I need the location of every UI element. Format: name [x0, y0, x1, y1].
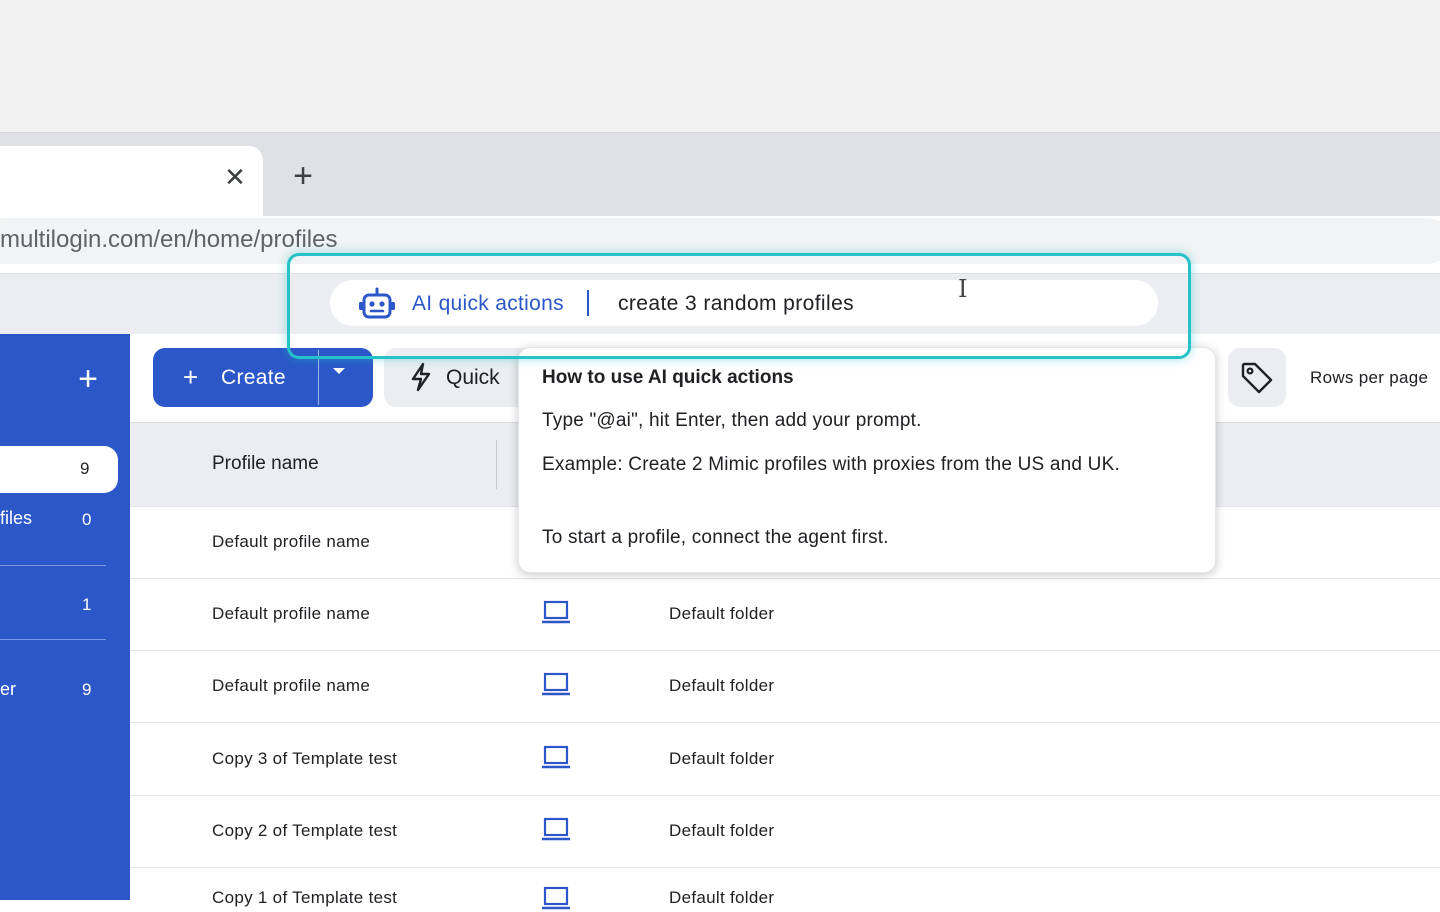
ai-quick-actions-label: AI quick actions — [412, 292, 564, 315]
sidebar-divider — [0, 565, 106, 566]
row-divider — [130, 722, 1440, 723]
column-header-profile-name[interactable]: Profile name — [212, 451, 319, 477]
url-text[interactable]: multilogin.com/en/home/profiles — [0, 224, 338, 256]
robot-icon — [359, 287, 395, 319]
chevron-down-icon[interactable] — [333, 368, 345, 374]
table-row-folder: Default folder — [669, 888, 775, 907]
new-tab-button[interactable]: + — [286, 158, 320, 196]
laptop-icon — [542, 672, 570, 696]
sidebar-item-count: 1 — [82, 595, 92, 614]
sidebar-item-label[interactable]: files — [0, 508, 32, 529]
row-divider — [130, 867, 1440, 868]
sidebar — [0, 334, 130, 900]
table-row-name[interactable]: Default profile name — [212, 604, 370, 624]
ai-prompt-input[interactable] — [608, 289, 958, 319]
laptop-icon — [542, 600, 570, 624]
add-folder-button[interactable]: + — [72, 362, 104, 398]
lightning-icon — [411, 362, 431, 392]
text-cursor-icon: I — [958, 275, 968, 303]
laptop-icon — [542, 745, 570, 769]
table-row-name[interactable]: Copy 1 of Template test — [212, 888, 397, 908]
tooltip-title: How to use AI quick actions — [542, 367, 794, 388]
table-row-name[interactable]: Default profile name — [212, 676, 370, 696]
laptop-icon — [542, 886, 570, 910]
row-divider — [130, 578, 1440, 579]
sidebar-divider — [0, 639, 106, 640]
tag-icon — [1241, 362, 1273, 394]
sidebar-item-active[interactable] — [0, 446, 118, 493]
table-row-folder: Default folder — [669, 821, 775, 840]
create-button-label: Create — [221, 366, 286, 389]
sidebar-item-label[interactable]: er — [0, 679, 16, 700]
laptop-icon — [542, 817, 570, 841]
sidebar-item-count: 9 — [82, 680, 92, 699]
table-row-folder: Default folder — [669, 676, 775, 695]
row-divider — [130, 795, 1440, 796]
column-divider — [496, 440, 497, 489]
create-split-divider — [318, 350, 319, 405]
table-row-name[interactable]: Copy 3 of Template test — [212, 749, 397, 769]
table-row-folder: Default folder — [669, 749, 775, 768]
table-row-name[interactable]: Default profile name — [212, 532, 370, 552]
row-divider — [130, 650, 1440, 651]
plus-icon: + — [183, 362, 199, 392]
tooltip-note: To start a profile, connect the agent fi… — [542, 527, 889, 548]
rows-per-page-label: Rows per page — [1310, 368, 1429, 387]
window-titlebar-area — [0, 0, 1440, 132]
quick-button-label: Quick — [446, 366, 500, 389]
close-tab-icon[interactable]: ✕ — [222, 162, 248, 192]
tooltip-example: Example: Create 2 Mimic profiles with pr… — [542, 454, 1120, 475]
sidebar-item-count: 9 — [80, 459, 90, 478]
tooltip-instruction: Type "@ai", hit Enter, then add your pro… — [542, 410, 922, 431]
text-caret-divider — [587, 290, 589, 316]
table-row-folder: Default folder — [669, 604, 775, 623]
sidebar-item-count: 0 — [82, 510, 92, 529]
table-row-name[interactable]: Copy 2 of Template test — [212, 821, 397, 841]
